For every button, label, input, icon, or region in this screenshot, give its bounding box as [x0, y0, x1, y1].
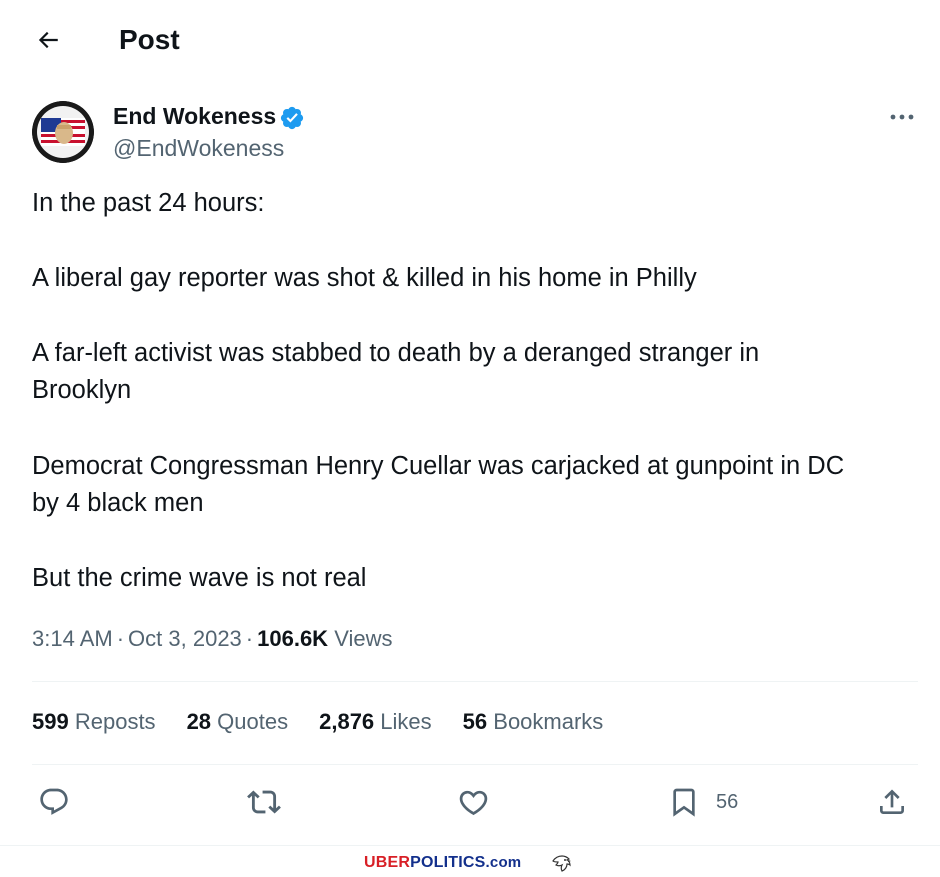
more-options-button[interactable]	[884, 104, 920, 130]
bookmarks-count: 56	[462, 709, 488, 734]
bookmark-button[interactable]: 56	[668, 785, 738, 819]
tweet-date[interactable]: Oct 3, 2023	[128, 626, 242, 651]
divider	[32, 681, 918, 682]
bookmark-count: 56	[716, 790, 739, 813]
post-header: Post	[0, 0, 940, 82]
arrow-left-icon	[38, 31, 58, 49]
avatar-image	[32, 101, 94, 163]
tweet-text-line: by 4 black men	[32, 489, 204, 517]
share-icon	[880, 789, 904, 814]
more-dots-icon	[890, 114, 914, 120]
tweet-text-line: A far-left activist was stabbed to death…	[32, 339, 760, 367]
avatar[interactable]	[32, 101, 94, 163]
brand-part-uber: UBER	[364, 854, 411, 871]
verified-badge-icon	[280, 106, 304, 130]
tweet-text-line: Democrat Congressman Henry Cuellar was c…	[32, 452, 845, 480]
brand-watermark: UBERPOLITICS.com	[364, 854, 521, 872]
reply-button[interactable]	[38, 785, 70, 819]
brand-part-domain: .com	[485, 854, 522, 871]
tweet-text-line: Brooklyn	[32, 376, 132, 404]
tweet-text-line: In the past 24 hours:	[32, 189, 265, 217]
author-handle[interactable]: @EndWokeness	[113, 133, 284, 163]
tweet-meta: 3:14 AM · Oct 3, 2023 · 106.6K Views	[32, 624, 393, 654]
meta-separator: ·	[245, 626, 254, 651]
quotes-count: 28	[186, 709, 212, 734]
bookmarks-label: Bookmarks	[493, 709, 604, 734]
like-icon	[459, 790, 488, 815]
meta-separator: ·	[116, 626, 125, 651]
tweet-text-line: But the crime wave is not real	[32, 564, 367, 592]
quotes-label: Quotes	[217, 709, 289, 734]
reposts-stat[interactable]: 599 Reposts	[32, 707, 156, 737]
likes-count: 2,876	[319, 709, 375, 734]
bookmark-icon	[673, 788, 695, 817]
page-title: Post	[119, 24, 180, 55]
post-detail-panel: Post End Wokeness @EndWokeness In the pa…	[0, 0, 940, 846]
views-label: Views	[334, 626, 393, 651]
back-button[interactable]	[30, 22, 66, 58]
divider	[32, 764, 918, 765]
brand-part-politics: POLITICS	[410, 854, 486, 871]
tweet-time[interactable]: 3:14 AM	[32, 626, 113, 651]
watermark-footer: UBERPOLITICS.com	[0, 847, 940, 877]
likes-label: Likes	[380, 709, 432, 734]
bookmarks-stat[interactable]: 56 Bookmarks	[463, 707, 604, 737]
like-button[interactable]	[457, 785, 490, 819]
reposts-label: Reposts	[74, 709, 156, 734]
engagement-stats: 599 Reposts 28 Quotes 2,876 Likes 56 Boo…	[32, 707, 634, 737]
author-name[interactable]: End Wokeness	[113, 101, 276, 131]
repost-button[interactable]	[247, 785, 281, 819]
reply-icon	[40, 788, 68, 815]
likes-stat[interactable]: 2,876 Likes	[319, 707, 432, 737]
tweet-text-line: A liberal gay reporter was shot & killed…	[32, 264, 697, 292]
quotes-stat[interactable]: 28 Quotes	[187, 707, 289, 737]
share-button[interactable]	[876, 785, 908, 819]
eagle-icon	[552, 855, 571, 872]
repost-icon	[247, 790, 281, 814]
views-count: 106.6K	[257, 626, 329, 651]
reposts-count: 599	[32, 709, 69, 734]
